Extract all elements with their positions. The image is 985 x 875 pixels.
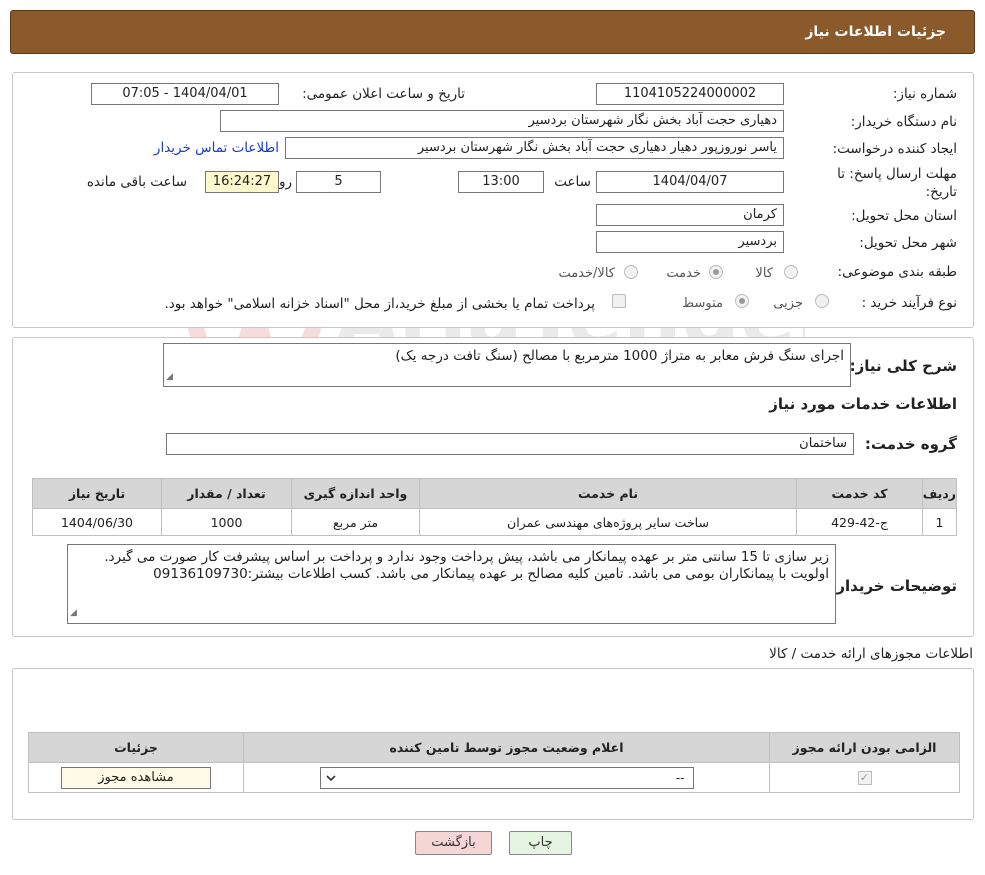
deadline-date-field: 1404/04/07 <box>596 171 784 193</box>
permits-section-title: اطلاعات مجوزهای ارائه خدمت / کالا <box>769 646 973 662</box>
view-permit-button[interactable]: مشاهده مجوز <box>61 766 211 789</box>
purchase-type-label: نوع فرآیند خرید : <box>861 295 957 311</box>
service-group-field: ساختمان <box>166 433 854 455</box>
need-number-field: 1104105224000002 <box>596 83 784 105</box>
purchase-type-note: پرداخت تمام یا بخشی از مبلغ خرید،از محل … <box>164 296 595 312</box>
province-label: استان محل تحویل: <box>851 208 957 224</box>
cell-quantity: 1000 <box>161 508 292 536</box>
permit-required-checkbox: ✓ <box>857 771 872 786</box>
province-field: کرمان <box>596 204 784 226</box>
deadline-time-label: ساعت <box>554 174 591 190</box>
services-table: ردیف کد خدمت نام خدمت واحد اندازه گیری ت… <box>32 478 957 536</box>
back-button[interactable]: بازگشت <box>415 831 492 855</box>
need-number-label: شماره نیاز: <box>892 86 957 102</box>
description-text: اجرای سنگ فرش معابر به متراژ 1000 مترمرب… <box>395 348 844 364</box>
resize-grip-icon: ◢ <box>70 608 77 618</box>
description-label: شرح کلی نیاز: <box>849 357 957 375</box>
deadline-label: مهلت ارسال پاسخ: تا تاریخ: <box>837 166 957 200</box>
purchase-type-option-medium: متوسط <box>682 296 723 311</box>
cell-permit-status: -- <box>243 762 770 793</box>
cell-service-code: ج-42-429 <box>796 508 923 536</box>
category-radio-goods[interactable] <box>784 265 798 279</box>
chevron-down-icon <box>325 774 336 781</box>
buyer-org-label: نام دستگاه خریدار: <box>850 114 957 130</box>
category-option-goods: کالا <box>755 266 773 281</box>
col-quantity: تعداد / مقدار <box>161 478 292 509</box>
col-permit-status: اعلام وضعیت مجوز توسط تامین کننده <box>243 732 770 763</box>
buyer-notes-label: توضیحات خریدار: <box>830 577 957 595</box>
print-button[interactable]: چاپ <box>509 831 572 855</box>
buyer-notes-textarea[interactable]: زیر سازی تا 15 سانتی متر بر عهده پیمانکا… <box>67 544 836 624</box>
cell-row-number: 1 <box>922 508 957 536</box>
remaining-time-label: ساعت باقی مانده <box>86 174 187 190</box>
remaining-days-field: 5 <box>296 171 381 193</box>
announce-datetime-label: تاریخ و ساعت اعلان عمومی: <box>302 86 465 102</box>
buyer-org-field: دهیاری حجت آباد بخش نگار شهرستان بردسیر <box>220 110 784 132</box>
col-service-name: نام خدمت <box>419 478 797 509</box>
buyer-contact-link[interactable]: اطلاعات تماس خریدار <box>154 140 279 156</box>
col-permit-required: الزامی بودن ارائه مجوز <box>769 732 960 763</box>
page-title: جزئیات اطلاعات نیاز <box>805 24 946 40</box>
permit-status-select[interactable]: -- <box>319 766 694 789</box>
city-field: بردسیر <box>596 231 784 253</box>
service-group-label: گروه خدمت: <box>864 435 957 453</box>
announce-datetime-field: 1404/04/01 - 07:05 <box>91 83 279 105</box>
remaining-time-field: 16:24:27 <box>205 171 279 193</box>
col-unit: واحد اندازه گیری <box>291 478 420 509</box>
cell-service-name: ساخت سایر پروژه‌های مهندسی عمران <box>419 508 797 536</box>
category-radio-service[interactable] <box>709 265 723 279</box>
col-service-code: کد خدمت <box>796 478 923 509</box>
permits-table: الزامی بودن ارائه مجوز اعلام وضعیت مجوز … <box>28 732 960 793</box>
buyer-notes-text: زیر سازی تا 15 سانتی متر بر عهده پیمانکا… <box>104 549 829 582</box>
cell-need-date: 1404/06/30 <box>32 508 162 536</box>
col-row-number: ردیف <box>922 478 957 509</box>
col-permit-details: جزئیات <box>28 732 244 763</box>
category-label: طبقه بندی موضوعی: <box>837 264 957 280</box>
description-textarea[interactable]: اجرای سنگ فرش معابر به متراژ 1000 مترمرب… <box>163 343 851 387</box>
requester-field: یاسر نوروزپور دهیار دهیاری حجت آباد بخش … <box>285 137 784 159</box>
cell-unit: متر مربع <box>291 508 420 536</box>
purchase-type-radio-minor[interactable] <box>815 294 829 308</box>
city-label: شهر محل تحویل: <box>859 235 957 251</box>
col-need-date: تاریخ نیاز <box>32 478 162 509</box>
purchase-type-option-minor: جزیی <box>773 296 803 311</box>
category-radio-goods-service[interactable] <box>624 265 638 279</box>
table-row: 1 ج-42-429 ساخت سایر پروژه‌های مهندسی عم… <box>32 508 957 536</box>
category-option-service: خدمت <box>666 266 701 281</box>
cell-permit-required: ✓ <box>769 762 960 793</box>
category-option-goods-service: کالا/خدمت <box>558 266 615 281</box>
requester-label: ایجاد کننده درخواست: <box>832 141 957 157</box>
resize-grip-icon: ◢ <box>166 372 173 382</box>
deadline-time-field: 13:00 <box>458 171 544 193</box>
services-section-title: اطلاعات خدمات مورد نیاز <box>769 395 957 413</box>
permit-status-selected-value: -- <box>675 770 685 785</box>
table-row: ✓ -- مشاهده مجوز <box>28 762 960 793</box>
permits-table-header: الزامی بودن ارائه مجوز اعلام وضعیت مجوز … <box>28 732 960 763</box>
purchase-type-checkbox-treasury[interactable] <box>612 294 626 308</box>
page-header: جزئیات اطلاعات نیاز <box>10 10 975 54</box>
services-table-header: ردیف کد خدمت نام خدمت واحد اندازه گیری ت… <box>32 478 957 509</box>
purchase-type-radio-medium[interactable] <box>735 294 749 308</box>
cell-permit-details: مشاهده مجوز <box>28 762 244 793</box>
